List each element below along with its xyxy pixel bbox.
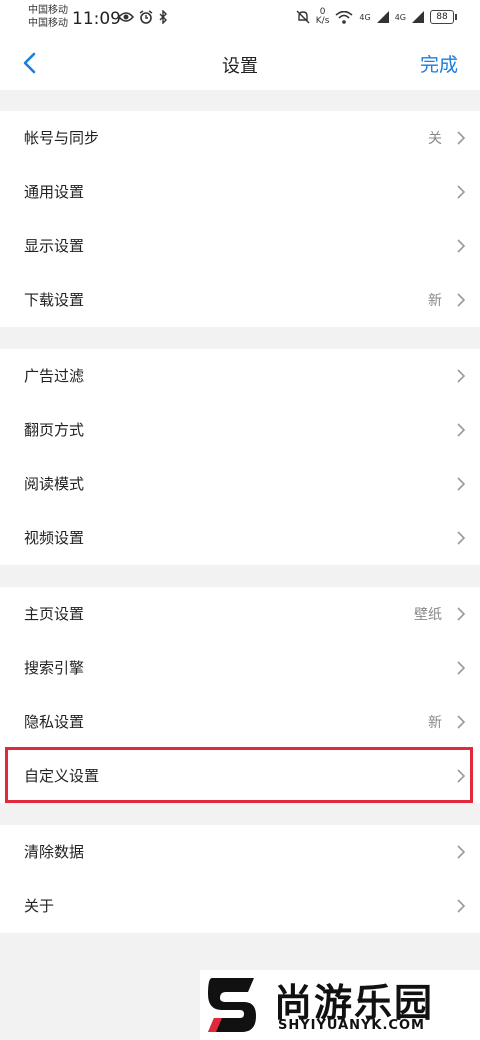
status-time: 11:09	[72, 9, 121, 29]
setting-label: 阅读模式	[24, 475, 85, 493]
page-title: 设置	[222, 56, 258, 77]
chevron-right-icon	[457, 715, 466, 729]
setting-row-privacy[interactable]: 隐私设置 新	[0, 695, 480, 749]
setting-value: 新	[428, 715, 442, 731]
setting-label: 关于	[24, 897, 55, 915]
setting-row-page-turn[interactable]: 翻页方式	[0, 403, 480, 457]
setting-label: 自定义设置	[24, 767, 100, 785]
mute-icon	[296, 10, 310, 24]
setting-row-custom[interactable]: 自定义设置	[0, 749, 480, 803]
setting-label: 下载设置	[24, 291, 85, 309]
done-button[interactable]: 完成	[420, 50, 458, 77]
setting-label: 搜索引擎	[24, 659, 85, 677]
carrier-1: 中国移动	[28, 5, 68, 16]
setting-row-ad-filter[interactable]: 广告过滤	[0, 349, 480, 403]
setting-row-homepage[interactable]: 主页设置 壁纸	[0, 587, 480, 641]
chevron-right-icon	[457, 369, 466, 383]
alarm-icon	[139, 10, 153, 24]
setting-value: 壁纸	[414, 607, 442, 623]
setting-row-video[interactable]: 视频设置	[0, 511, 480, 565]
setting-row-search-engine[interactable]: 搜索引擎	[0, 641, 480, 695]
settings-section-4: 清除数据 关于	[0, 825, 480, 933]
settings-section-3: 主页设置 壁纸 搜索引擎 隐私设置 新 自定义设置	[0, 587, 480, 803]
chevron-right-icon	[457, 131, 466, 145]
setting-label: 隐私设置	[24, 713, 85, 731]
watermark-logo-icon	[208, 978, 256, 1032]
setting-label: 通用设置	[24, 183, 85, 201]
chevron-right-icon	[457, 531, 466, 545]
status-right-icons: 0 K/s 4G 4G 88	[296, 8, 457, 26]
bluetooth-icon	[159, 10, 167, 24]
setting-row-download[interactable]: 下载设置 新	[0, 273, 480, 327]
setting-label: 清除数据	[24, 843, 85, 861]
chevron-right-icon	[457, 239, 466, 253]
status-bar: 中国移动 中国移动 11:09 0 K/s 4G 4G 88	[0, 0, 480, 36]
carrier-labels: 中国移动 中国移动	[28, 4, 68, 30]
chevron-right-icon	[457, 769, 466, 783]
chevron-right-icon	[457, 607, 466, 621]
network-type-2: 4G	[394, 12, 406, 22]
watermark-url: SHYIYUANYK.COM	[278, 1018, 425, 1033]
setting-label: 视频设置	[24, 529, 85, 547]
setting-label: 显示设置	[24, 237, 85, 255]
wifi-icon	[335, 10, 353, 24]
chevron-right-icon	[457, 477, 466, 491]
chevron-right-icon	[457, 423, 466, 437]
chevron-right-icon	[457, 293, 466, 307]
watermark: 尚游乐园 SHYIYUANYK.COM	[200, 970, 480, 1040]
net-speed-unit: K/s	[315, 16, 330, 26]
net-speed: 0 K/s	[316, 8, 330, 26]
setting-row-account-sync[interactable]: 帐号与同步 关	[0, 111, 480, 165]
setting-value: 新	[428, 293, 442, 309]
carrier-2: 中国移动	[28, 18, 68, 29]
chevron-right-icon	[457, 661, 466, 675]
setting-row-display[interactable]: 显示设置	[0, 219, 480, 273]
setting-row-general[interactable]: 通用设置	[0, 165, 480, 219]
setting-row-about[interactable]: 关于	[0, 879, 480, 933]
battery-indicator: 88	[430, 10, 457, 24]
setting-label: 主页设置	[24, 605, 85, 623]
signal-icon-2	[412, 11, 424, 23]
setting-row-reading-mode[interactable]: 阅读模式	[0, 457, 480, 511]
signal-icon-1	[376, 11, 389, 23]
chevron-right-icon	[457, 185, 466, 199]
setting-value: 关	[428, 131, 442, 147]
nav-bar: 设置 完成	[0, 36, 480, 90]
setting-label: 帐号与同步	[24, 129, 100, 147]
network-type-1: 4G	[359, 12, 371, 22]
setting-label: 翻页方式	[24, 421, 85, 439]
eye-icon	[118, 12, 134, 22]
settings-section-2: 广告过滤 翻页方式 阅读模式 视频设置	[0, 349, 480, 565]
chevron-right-icon	[457, 899, 466, 913]
chevron-right-icon	[457, 845, 466, 859]
settings-section-1: 帐号与同步 关 通用设置 显示设置 下载设置 新	[0, 111, 480, 327]
setting-label: 广告过滤	[24, 367, 85, 385]
status-left-icons	[118, 10, 168, 24]
setting-row-clear-data[interactable]: 清除数据	[0, 825, 480, 879]
